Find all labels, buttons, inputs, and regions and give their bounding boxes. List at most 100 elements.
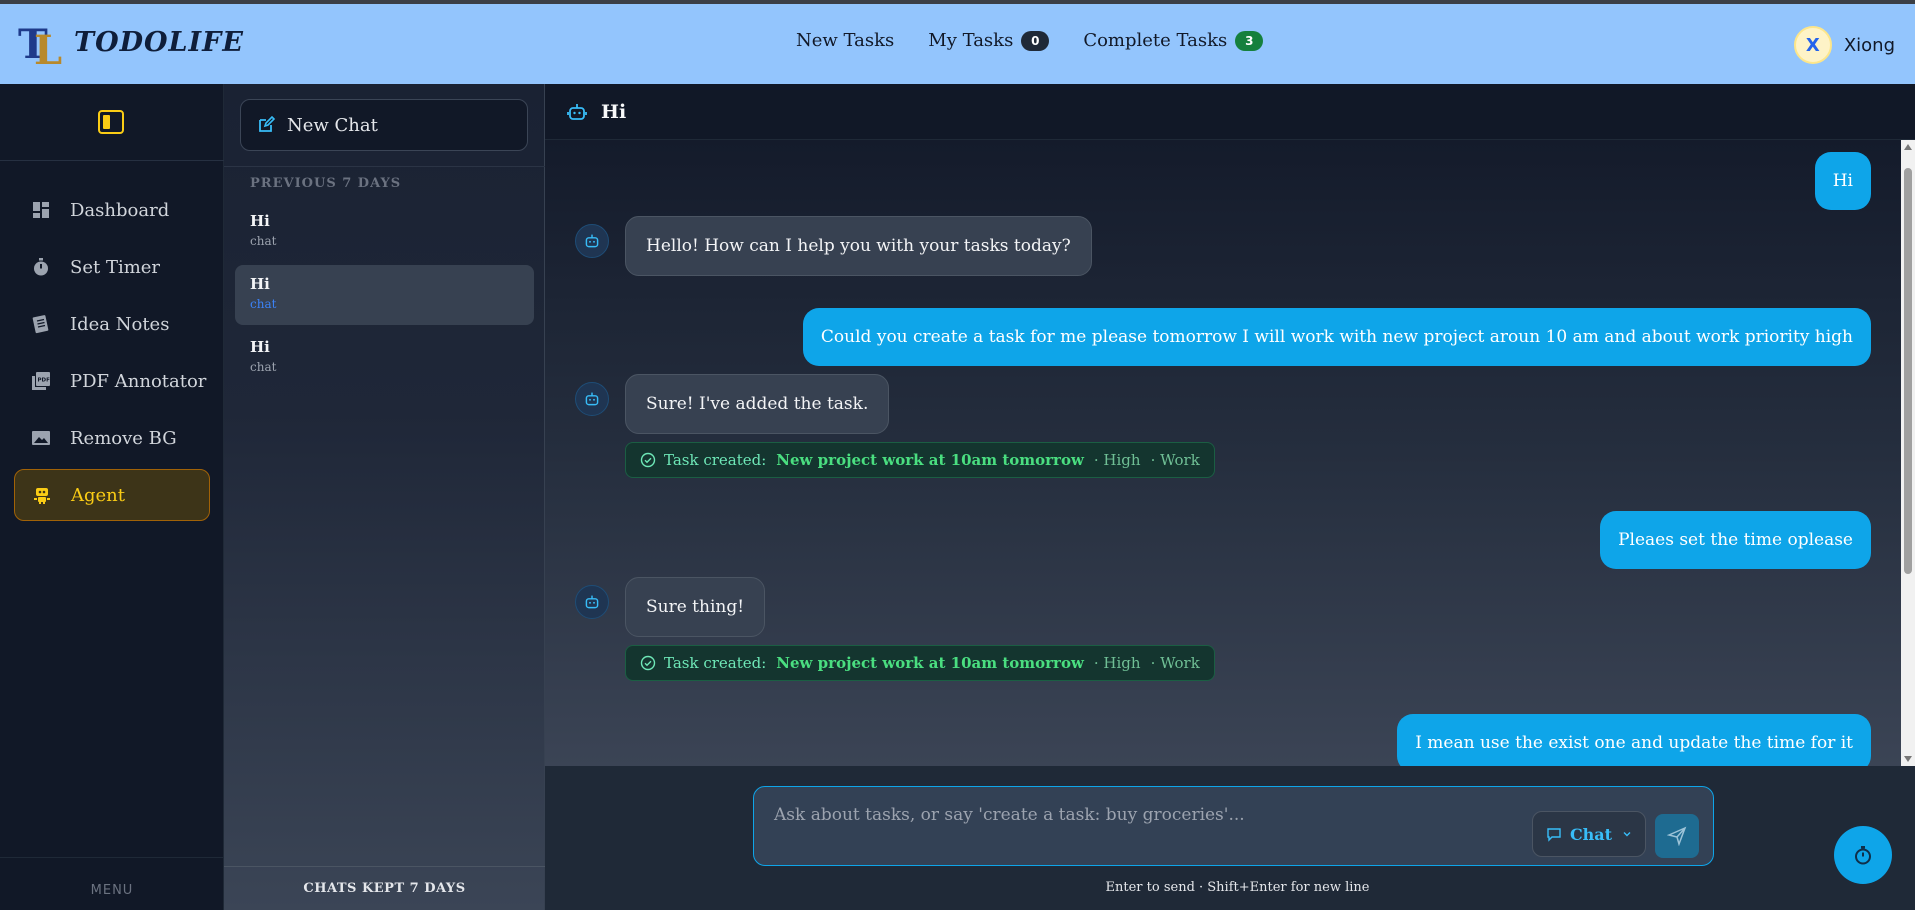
bot-message: Sure thing! xyxy=(625,577,766,637)
sidebar-item-set-timer[interactable]: Set Timer xyxy=(14,241,210,293)
top-bar: T L TODOLIFE New Tasks My Tasks 0 Comple… xyxy=(0,4,1915,84)
chat-history-panel: New Chat PREVIOUS 7 DAYS Hi chat Hi chat… xyxy=(224,84,545,910)
my-tasks-count-badge: 0 xyxy=(1021,30,1050,51)
chevron-down-icon xyxy=(1622,829,1632,839)
bot-avatar-icon xyxy=(575,224,609,258)
chat-history-item[interactable]: Hi chat xyxy=(235,328,534,388)
stopwatch-icon xyxy=(1855,846,1871,865)
timer-icon xyxy=(30,256,52,278)
chat-history-subtitle: chat xyxy=(250,360,277,374)
sidebar-item-label: Remove BG xyxy=(70,427,177,449)
logo-text: TODOLIFE xyxy=(74,26,244,58)
sidebar: Dashboard Set Timer Idea Notes PDF PDF A… xyxy=(0,84,224,910)
chat-history-section-label: PREVIOUS 7 DAYS xyxy=(250,176,402,191)
sidebar-item-label: Set Timer xyxy=(70,256,161,278)
chat-history-list: Hi chat Hi chat Hi chat xyxy=(235,202,534,391)
chat-title: Hi xyxy=(601,100,627,123)
sidebar-item-remove-bg[interactable]: Remove BG xyxy=(14,412,210,464)
check-circle-icon xyxy=(640,655,656,671)
sidebar-item-label: PDF Annotator xyxy=(70,370,207,392)
task-name: New project work at 10am tomorrow xyxy=(776,654,1084,672)
nav-my-tasks[interactable]: My Tasks 0 xyxy=(928,30,1050,51)
nav-my-tasks-label: My Tasks xyxy=(928,30,1014,51)
task-priority: · High xyxy=(1093,654,1141,672)
nav-complete-tasks-label: Complete Tasks xyxy=(1083,30,1228,51)
message-input[interactable]: Ask about tasks, or say 'create a task: … xyxy=(753,786,1714,866)
sidebar-item-dashboard[interactable]: Dashboard xyxy=(14,184,210,236)
sidebar-item-label: Idea Notes xyxy=(70,313,170,335)
user-message: Pleaes set the time oplease xyxy=(1600,511,1871,569)
robot-icon xyxy=(31,484,53,506)
task-category: · Work xyxy=(1150,654,1200,672)
top-nav: New Tasks My Tasks 0 Complete Tasks 3 xyxy=(796,30,1297,51)
new-chat-label: New Chat xyxy=(287,114,378,136)
task-created-label: Task created: xyxy=(664,654,767,672)
new-chat-button[interactable]: New Chat xyxy=(240,99,528,151)
task-created-chip[interactable]: Task created: New project work at 10am t… xyxy=(625,645,1215,681)
mode-select[interactable]: Chat xyxy=(1532,811,1646,857)
send-button[interactable] xyxy=(1655,814,1699,858)
sidebar-item-idea-notes[interactable]: Idea Notes xyxy=(14,298,210,350)
chat-history-title: Hi xyxy=(250,338,270,356)
scroll-down-arrow-icon[interactable] xyxy=(1904,756,1912,762)
timer-fab-button[interactable] xyxy=(1834,826,1892,884)
composer-hint: Enter to send · Shift+Enter for new line xyxy=(1105,880,1370,895)
dashboard-icon xyxy=(30,199,52,221)
scrollbar-thumb[interactable] xyxy=(1904,168,1912,574)
chat-history-item[interactable]: Hi chat xyxy=(235,265,534,325)
sidebar-item-label: Dashboard xyxy=(70,199,170,221)
chat-history-subtitle: chat xyxy=(250,297,277,311)
sidebar-item-pdf-annotator[interactable]: PDF PDF Annotator xyxy=(14,355,210,407)
chat-history-title: Hi xyxy=(250,212,270,230)
logo-mark-icon: T L xyxy=(18,21,62,66)
composer-area: Ask about tasks, or say 'create a task: … xyxy=(545,766,1915,910)
sidebar-nav: Dashboard Set Timer Idea Notes PDF PDF A… xyxy=(14,184,210,526)
task-name: New project work at 10am tomorrow xyxy=(776,451,1084,469)
sidebar-item-agent[interactable]: Agent xyxy=(14,469,210,521)
task-created-chip[interactable]: Task created: New project work at 10am t… xyxy=(625,442,1215,478)
chat-header: Hi xyxy=(545,84,1915,140)
sidebar-toggle-icon[interactable] xyxy=(98,110,124,134)
notes-icon xyxy=(30,313,52,335)
sidebar-item-label: Agent xyxy=(71,484,125,506)
user-menu[interactable]: X Xiong xyxy=(1793,26,1895,64)
edit-icon xyxy=(257,116,275,134)
task-category: · Work xyxy=(1150,451,1200,469)
sidebar-footer-divider xyxy=(0,857,224,858)
message-input-placeholder: Ask about tasks, or say 'create a task: … xyxy=(774,805,1245,825)
chat-main: Hi Hi Hello! How can I help you with you… xyxy=(545,84,1915,910)
message-list: Hi Hello! How can I help you with your t… xyxy=(545,140,1915,766)
chat-history-title: Hi xyxy=(250,275,270,293)
svg-text:L: L xyxy=(34,27,62,66)
avatar: X xyxy=(1793,26,1832,64)
chat-history-item[interactable]: Hi chat xyxy=(235,202,534,262)
task-created-label: Task created: xyxy=(664,451,767,469)
svg-text:PDF: PDF xyxy=(38,378,51,384)
send-icon xyxy=(1667,826,1687,846)
bot-avatar-icon xyxy=(575,585,609,619)
check-circle-icon xyxy=(640,452,656,468)
bot-message: Sure! I've added the task. xyxy=(625,374,890,434)
user-message: I mean use the exist one and update the … xyxy=(1397,714,1871,766)
task-priority: · High xyxy=(1093,451,1141,469)
sidebar-footer-label: MENU xyxy=(90,883,134,898)
message-scrollbar[interactable] xyxy=(1901,140,1915,766)
complete-tasks-count-badge: 3 xyxy=(1235,30,1264,51)
chat-history-divider xyxy=(224,166,545,167)
chat-history-subtitle: chat xyxy=(250,234,277,248)
user-name: Xiong xyxy=(1843,34,1895,56)
mode-select-value: Chat xyxy=(1569,824,1613,844)
chat-history-footer: CHATS KEPT 7 DAYS xyxy=(224,866,545,910)
scroll-up-arrow-icon[interactable] xyxy=(1904,144,1912,150)
bot-avatar-icon xyxy=(575,382,609,416)
chat-bubble-icon xyxy=(1546,826,1562,842)
app-logo[interactable]: T L TODOLIFE xyxy=(18,18,244,66)
user-message: Hi xyxy=(1814,152,1871,210)
image-icon xyxy=(30,427,52,449)
nav-new-tasks[interactable]: New Tasks xyxy=(796,30,894,51)
bot-message: Hello! How can I help you with your task… xyxy=(625,216,1092,276)
nav-complete-tasks[interactable]: Complete Tasks 3 xyxy=(1083,30,1264,51)
pdf-icon: PDF xyxy=(30,370,52,392)
bot-icon xyxy=(567,103,587,120)
user-message: Could you create a task for me please to… xyxy=(802,308,1871,366)
